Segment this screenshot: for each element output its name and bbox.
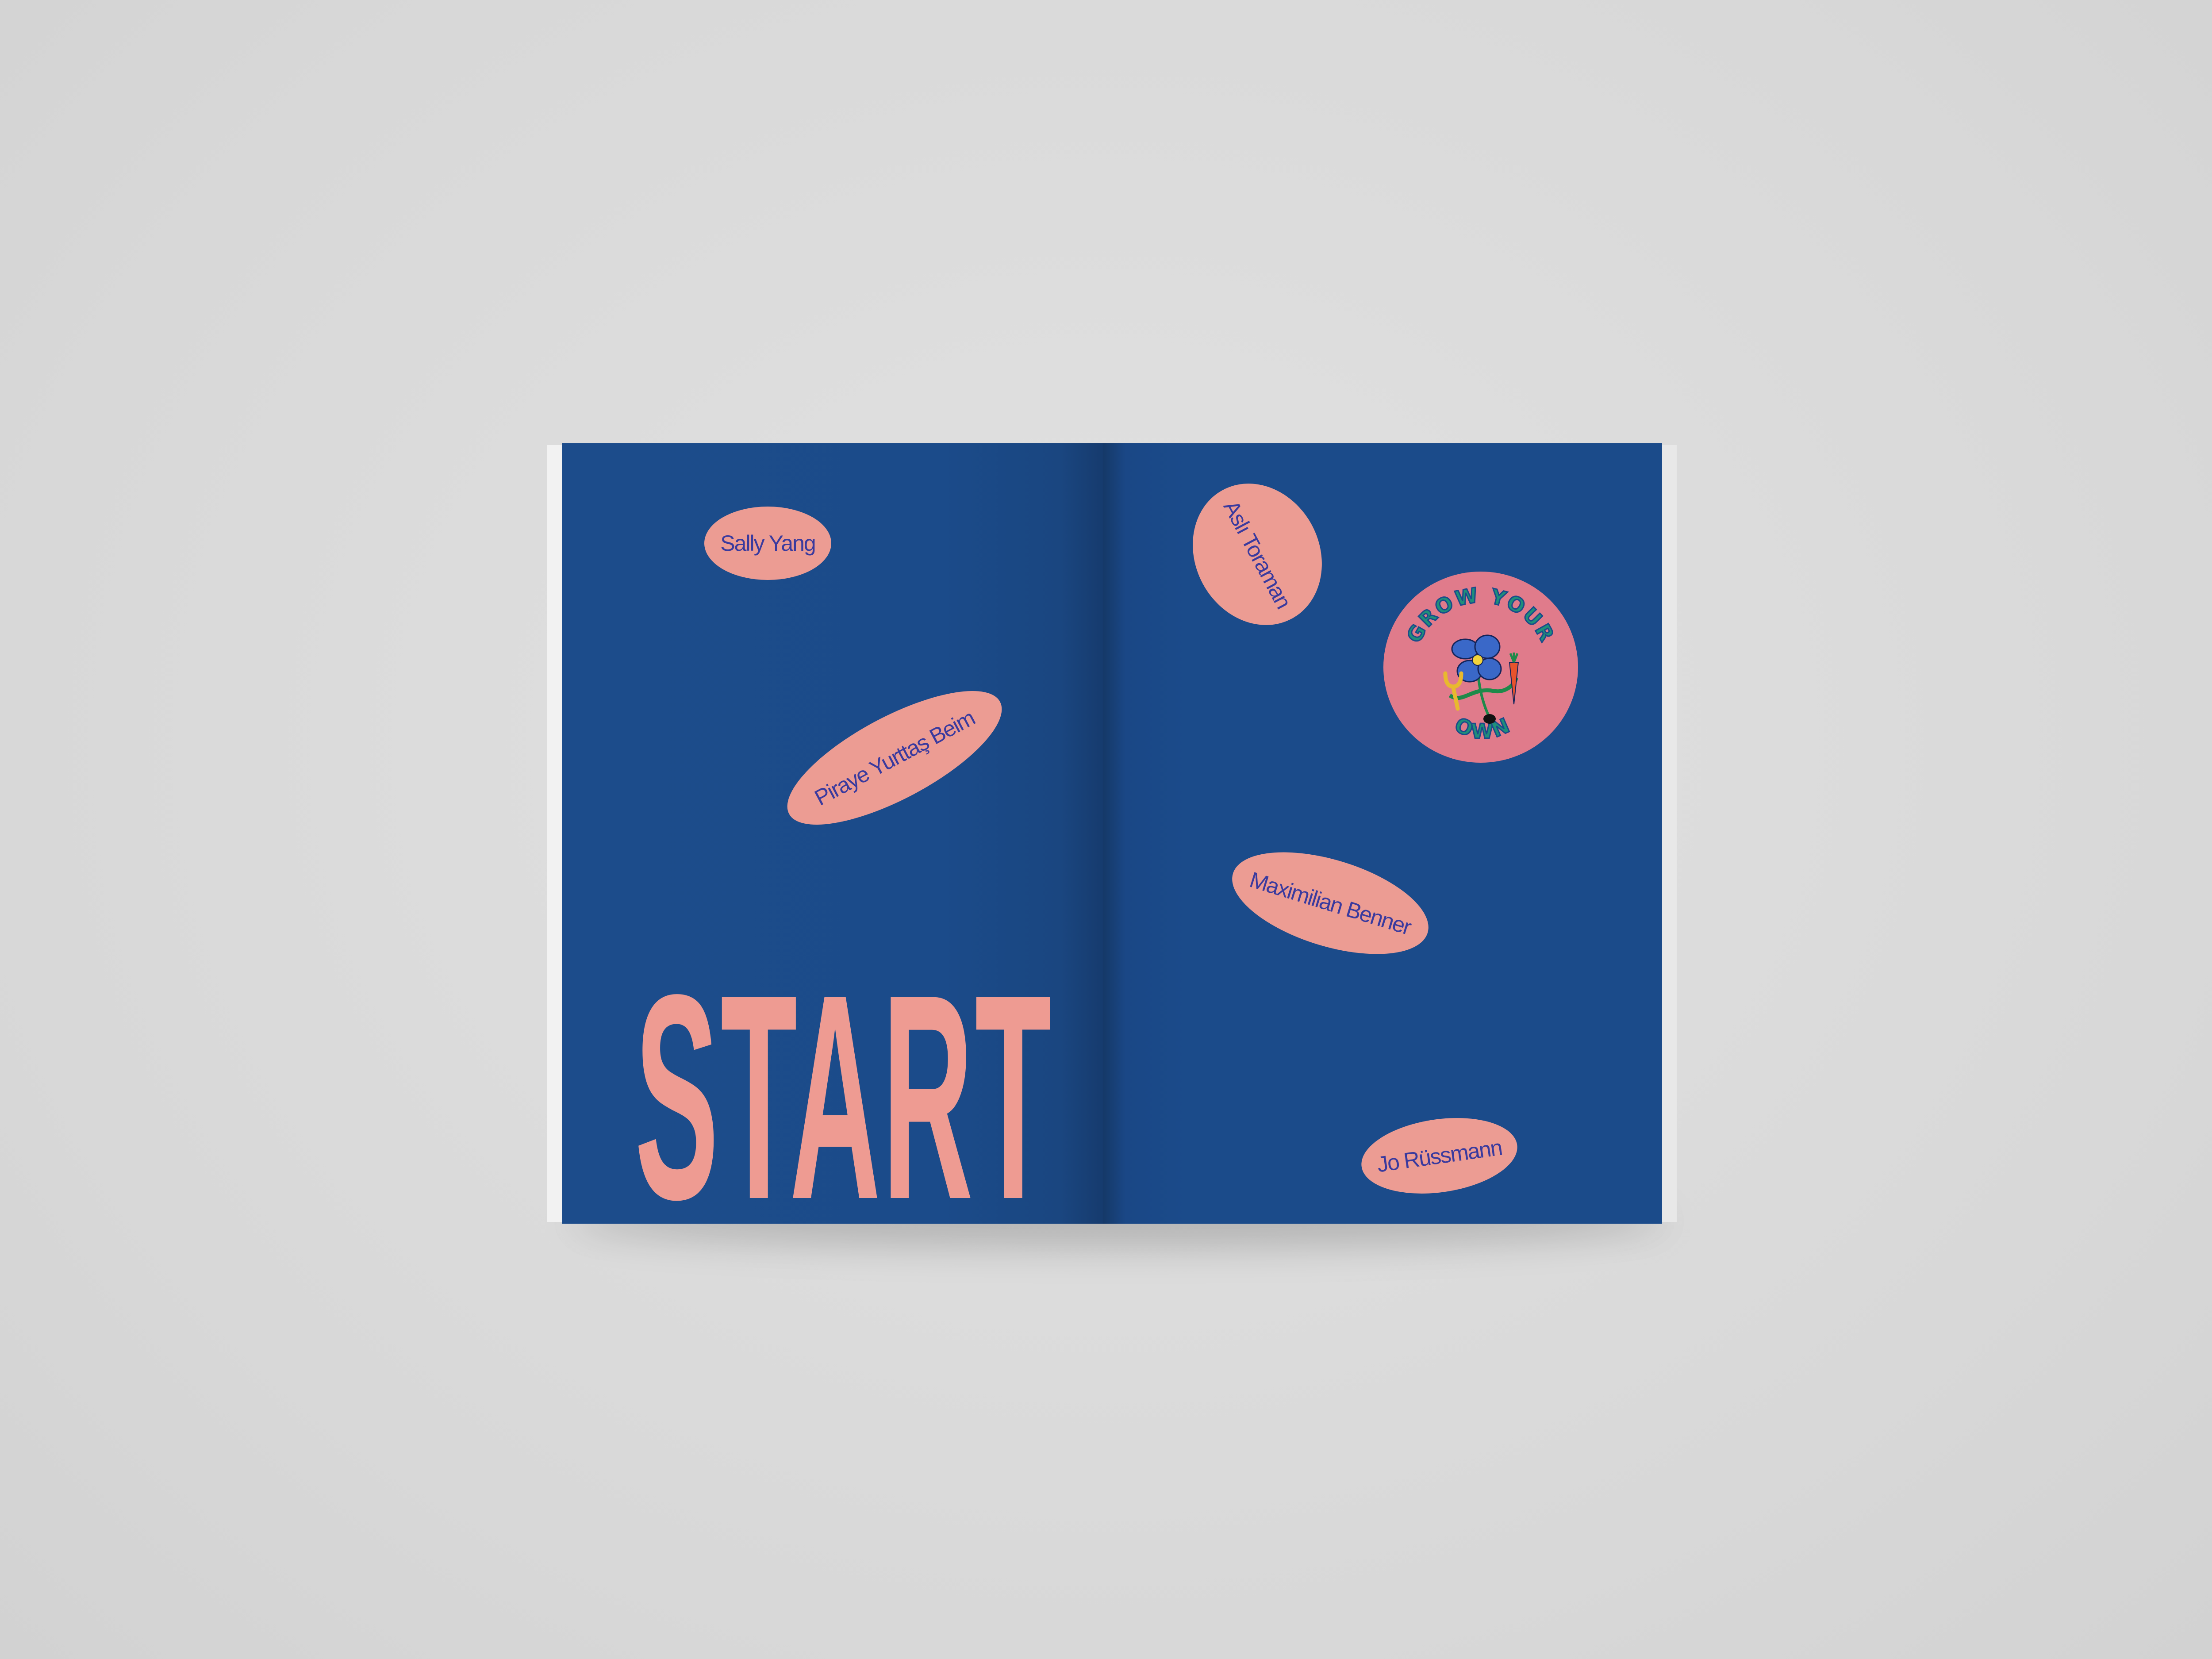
start-headline: START	[635, 934, 1054, 1260]
name-bubble-sally-yang: Sally Yang	[704, 507, 831, 580]
right-page	[1103, 443, 1662, 1224]
sticker-text-bottom: OWN	[1451, 712, 1513, 744]
svg-text:OWN: OWN	[1451, 713, 1514, 743]
name-label: Sally Yang	[720, 531, 816, 556]
name-label: Aslı Toraman	[1218, 496, 1296, 612]
flower-illustration-icon: GROW YOUR OWN	[1401, 582, 1559, 744]
name-label: Jo Rüssmann	[1375, 1135, 1503, 1177]
grow-your-own-sticker: GROW YOUR OWN	[1383, 572, 1578, 763]
